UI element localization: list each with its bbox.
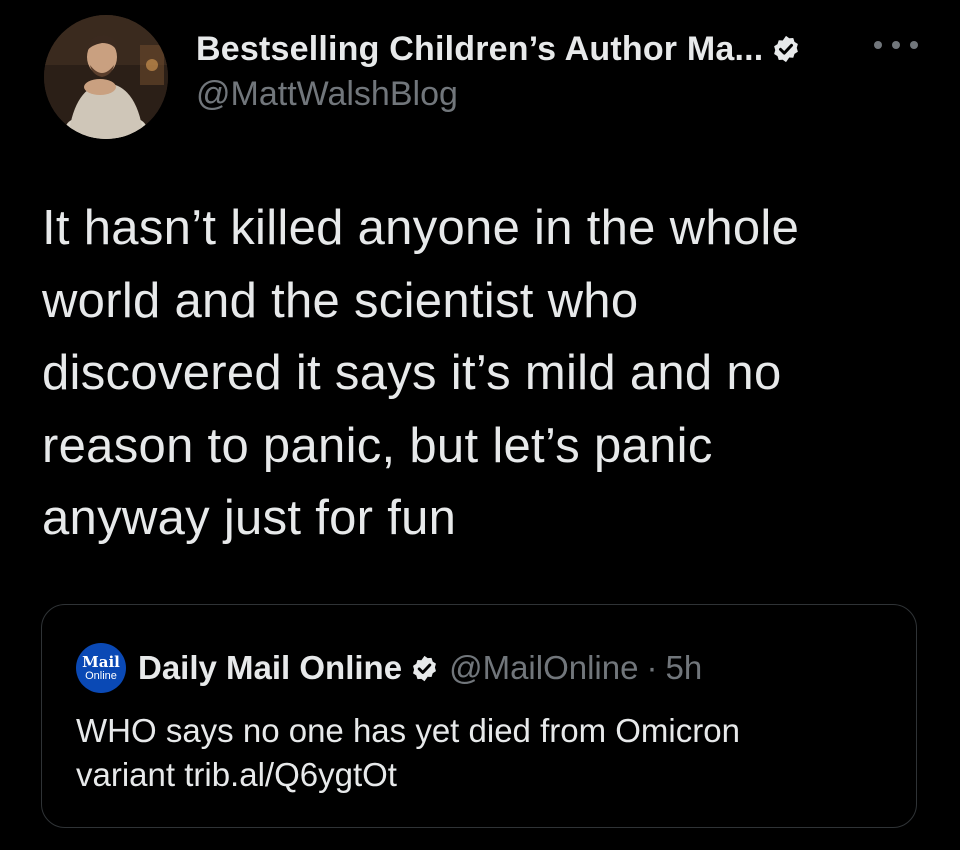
- author-display-name[interactable]: Bestselling Children’s Author Ma...: [196, 30, 763, 69]
- quoted-handle[interactable]: @MailOnline: [449, 649, 638, 687]
- more-dot: [910, 41, 918, 49]
- more-dot: [892, 41, 900, 49]
- tweet: Bestselling Children’s Author Ma... @Mat…: [0, 0, 960, 850]
- quoted-verified-badge-icon: [410, 654, 439, 683]
- quoted-tweet-header: Mail Online Daily Mail Online @MailOnlin…: [76, 643, 702, 693]
- quoted-avatar-logo-bottom: Online: [85, 669, 117, 682]
- quoted-timestamp[interactable]: 5h: [665, 649, 702, 687]
- quoted-tweet[interactable]: Mail Online Daily Mail Online @MailOnlin…: [41, 604, 917, 828]
- author-handle[interactable]: @MattWalshBlog: [196, 75, 896, 114]
- quoted-avatar-logo-top: Mail: [82, 652, 120, 671]
- quoted-avatar[interactable]: Mail Online: [76, 643, 126, 693]
- more-dot: [874, 41, 882, 49]
- tweet-text: It hasn’t killed anyone in the whole wor…: [42, 201, 800, 545]
- tweet-header: Bestselling Children’s Author Ma... @Mat…: [44, 15, 944, 140]
- quoted-display-name[interactable]: Daily Mail Online: [138, 649, 402, 687]
- quoted-tweet-text: WHO says no one has yet died from Omicro…: [76, 712, 740, 793]
- display-name-row: Bestselling Children’s Author Ma...: [196, 25, 896, 73]
- quoted-separator: ·: [646, 649, 658, 686]
- author-avatar-image: [44, 15, 168, 139]
- verified-badge-icon: [771, 34, 801, 64]
- author-names: Bestselling Children’s Author Ma... @Mat…: [196, 25, 896, 114]
- author-avatar[interactable]: [44, 15, 168, 139]
- more-options-icon[interactable]: [874, 37, 918, 53]
